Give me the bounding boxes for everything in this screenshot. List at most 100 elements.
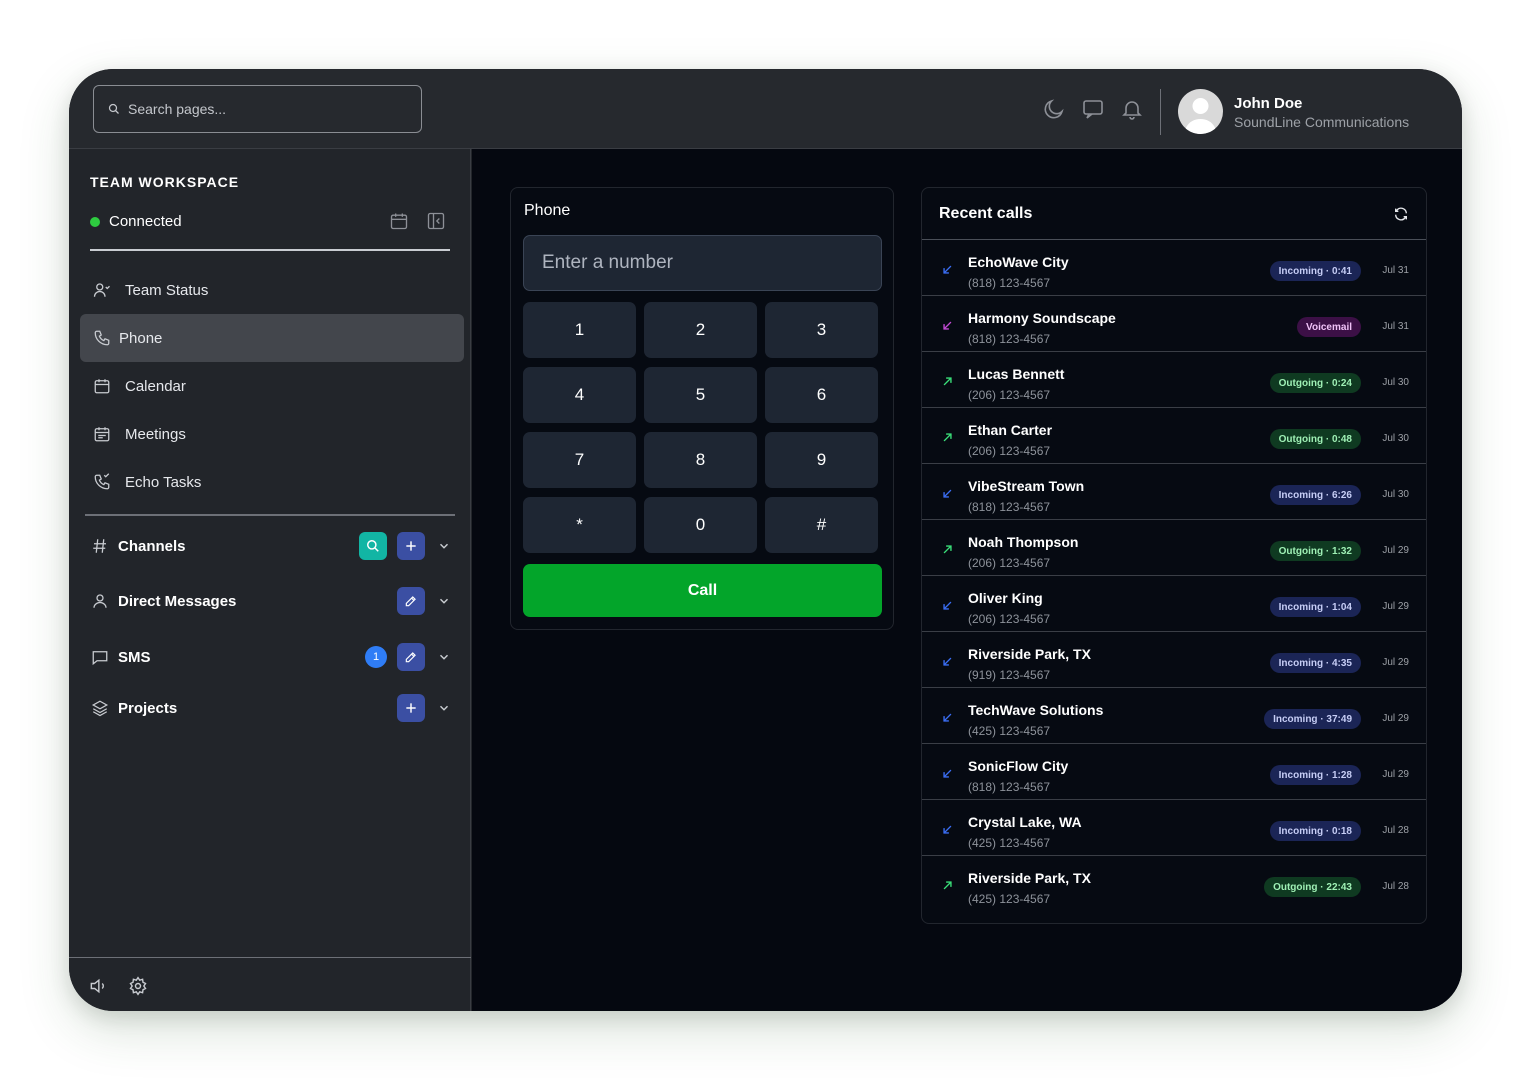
call-status-badge: Voicemail [1297,317,1361,337]
call-list: EchoWave City (818) 123-4567 Incoming · 0:… [922,240,1426,912]
user-company: SoundLine Communications [1234,114,1410,130]
search-box[interactable] [93,85,422,133]
phone-number-input[interactable] [523,235,882,291]
call-status-badge: Incoming · 6:26 [1269,485,1361,505]
call-date: Jul 28 [1382,825,1409,836]
key-5[interactable]: 5 [644,367,757,423]
speaker-icon[interactable] [88,976,108,996]
key-3[interactable]: 3 [765,302,878,358]
key-0[interactable]: 0 [644,497,757,553]
nav-item-label: Team Status [125,281,209,299]
chevron-down-icon[interactable] [437,594,451,608]
caller-name: Lucas Bennett [968,366,1065,382]
call-row[interactable]: Crystal Lake, WA (425) 123-4567 Incoming ·… [922,800,1426,856]
call-row[interactable]: EchoWave City (818) 123-4567 Incoming · 0:… [922,240,1426,296]
chevron-down-icon[interactable] [437,701,451,715]
recent-calls-header: Recent calls [922,188,1426,240]
bell-icon[interactable] [1120,97,1144,121]
nav-item-label: Calendar [125,377,186,395]
nav-item-phone[interactable]: Phone [80,314,464,362]
avatar[interactable] [1178,89,1223,134]
add-project-button[interactable] [397,694,425,722]
caller-name: TechWave Solutions [968,702,1104,718]
call-status-badge: Outgoing · 1:32 [1269,541,1361,561]
section-sms[interactable]: SMS 1 [91,642,451,672]
call-status-badge: Outgoing · 0:48 [1269,429,1361,449]
nav-item-echo-tasks[interactable]: Echo Tasks [80,458,464,506]
caller-number: (425) 123-4567 [968,724,1051,738]
nav-item-calendar[interactable]: Calendar [80,362,464,410]
call-date: Jul 29 [1382,769,1409,780]
caller-number: (206) 123-4567 [968,388,1051,402]
caller-name: Oliver King [968,590,1043,606]
layers-icon [91,700,109,717]
key-9[interactable]: 9 [765,432,878,488]
search-icon [108,103,119,114]
collapse-sidebar-icon[interactable] [426,211,446,231]
nav-item-team-status[interactable]: Team Status [80,266,464,314]
key-4[interactable]: 4 [523,367,636,423]
plus-icon [406,703,416,713]
calendar-icon [94,379,110,394]
call-status-badge: Incoming · 1:04 [1269,597,1361,617]
call-row[interactable]: TechWave Solutions (425) 123-4567 Incoming… [922,688,1426,744]
recent-calls-title: Recent calls [939,205,1033,222]
refresh-icon[interactable] [1393,206,1409,222]
section-projects[interactable]: Projects [91,693,451,723]
incoming-arrow-icon [943,657,952,666]
call-status-badge: Incoming · 1:28 [1269,765,1361,785]
key-7[interactable]: 7 [523,432,636,488]
sidebar-footer [69,957,471,1011]
caller-name: Riverside Park, TX [968,870,1091,886]
call-row[interactable]: Noah Thompson (206) 123-4567 Outgoing · 1:… [922,520,1426,576]
call-date: Jul 30 [1382,433,1409,444]
chat-icon[interactable] [1081,97,1105,121]
call-date: Jul 28 [1382,881,1409,892]
caller-name: Riverside Park, TX [968,646,1091,662]
section-direct-messages[interactable]: Direct Messages [91,586,451,616]
caller-name: Crystal Lake, WA [968,814,1082,830]
call-date: Jul 31 [1382,321,1409,332]
calendar-icon[interactable] [389,211,409,231]
outgoing-arrow-icon [943,881,952,890]
status-label: Connected [109,213,182,230]
nav-item-meetings[interactable]: Meetings [80,410,464,458]
call-row[interactable]: Harmony Soundscape (818) 123-4567 Voicemai… [922,296,1426,352]
chevron-down-icon[interactable] [437,539,451,553]
nav-item-label: Echo Tasks [125,473,202,491]
key-hash[interactable]: # [765,497,878,553]
caller-number: (818) 123-4567 [968,780,1051,794]
chevron-down-icon[interactable] [437,650,451,664]
new-message-button[interactable] [397,587,425,615]
call-row[interactable]: VibeStream Town (818) 123-4567 Incoming · … [922,464,1426,520]
key-8[interactable]: 8 [644,432,757,488]
search-input[interactable] [128,101,388,117]
gear-icon[interactable] [128,976,148,996]
search-channels-button[interactable] [359,532,387,560]
divider [1160,89,1161,135]
incoming-arrow-icon [943,825,952,834]
key-6[interactable]: 6 [765,367,878,423]
sidebar: TEAM WORKSPACE Connected Team Status Pho… [69,149,471,1011]
caller-name: Harmony Soundscape [968,310,1116,326]
user-name: John Doe [1234,95,1303,112]
call-row[interactable]: Oliver King (206) 123-4567 Incoming · 1:04… [922,576,1426,632]
key-1[interactable]: 1 [523,302,636,358]
voicemail-arrow-icon [943,321,952,330]
key-star[interactable]: * [523,497,636,553]
call-row[interactable]: Lucas Bennett (206) 123-4567 Outgoing · 0:… [922,352,1426,408]
call-row[interactable]: Riverside Park, TX (919) 123-4567 Incoming… [922,632,1426,688]
key-2[interactable]: 2 [644,302,757,358]
call-button[interactable]: Call [523,564,882,617]
section-channels[interactable]: Channels [91,531,451,561]
call-row[interactable]: Riverside Park, TX (425) 123-4567 Outgoing… [922,856,1426,912]
call-row[interactable]: Ethan Carter (206) 123-4567 Outgoing · 0:4… [922,408,1426,464]
moon-icon[interactable] [1042,97,1066,121]
recent-calls-panel: Recent calls EchoWave City (818) 123-4567… [921,187,1427,924]
phone-task-icon [94,473,110,490]
call-row[interactable]: SonicFlow City (818) 123-4567 Incoming · 1… [922,744,1426,800]
workspace-title: TEAM WORKSPACE [90,174,240,190]
new-sms-button[interactable] [397,643,425,671]
status-dot [90,216,100,227]
add-channel-button[interactable] [397,532,425,560]
